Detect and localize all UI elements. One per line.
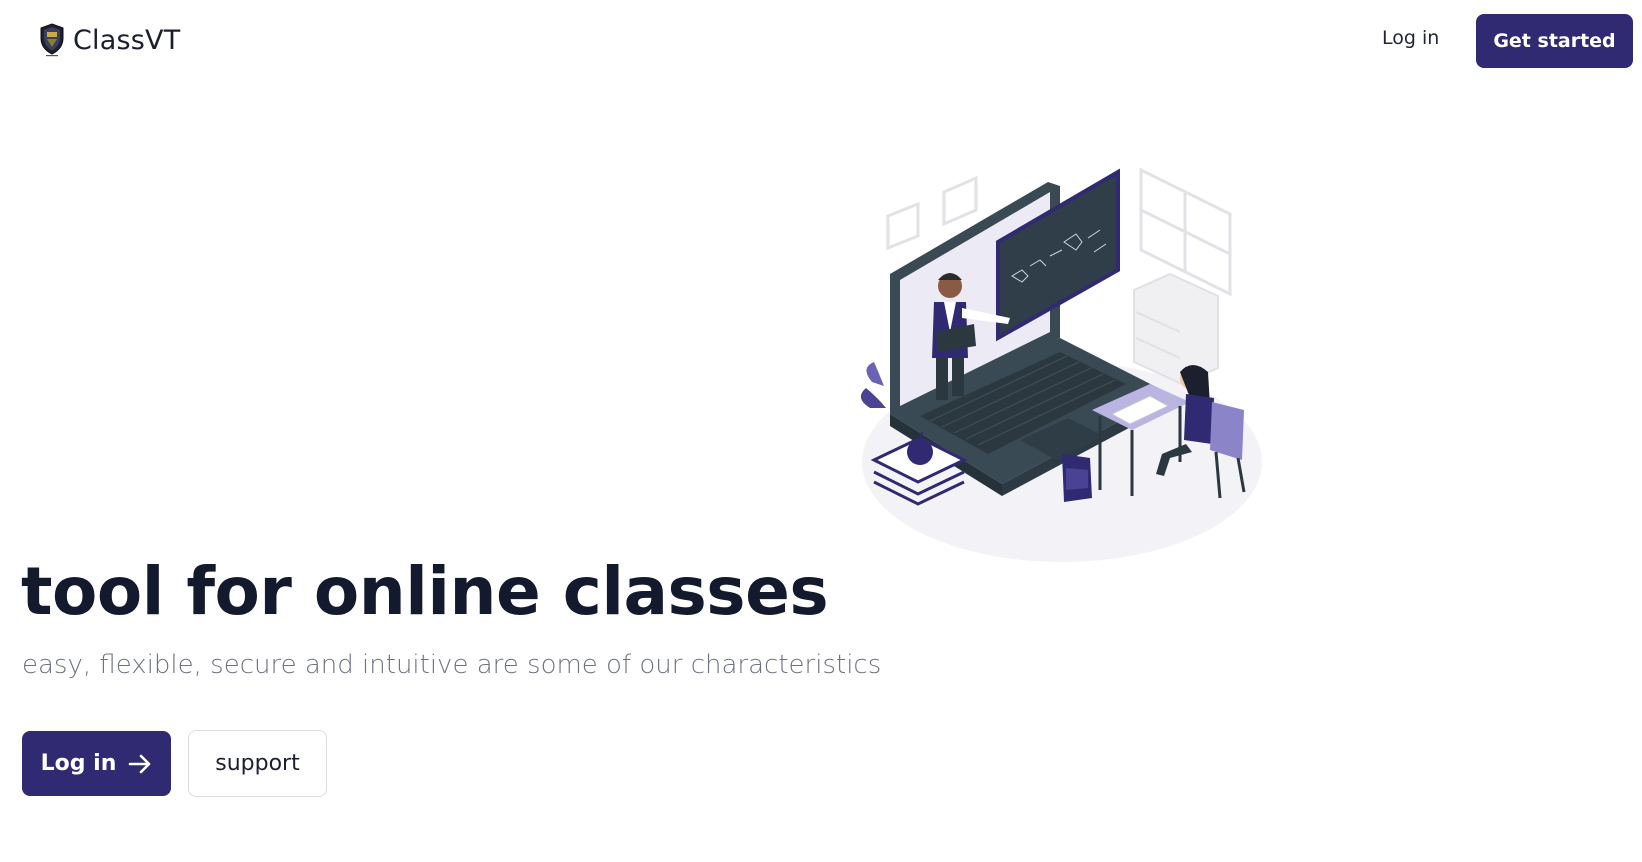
brand[interactable]: ClassVT <box>38 22 180 58</box>
nav-login-link[interactable]: Log in <box>1382 27 1439 49</box>
shield-logo-icon <box>40 23 64 57</box>
support-button[interactable]: support <box>188 730 327 797</box>
hero-title: tool for online classes <box>21 553 829 630</box>
online-class-illustration <box>860 167 1262 562</box>
arrow-right-icon <box>129 754 151 773</box>
hero-login-button[interactable]: Log in <box>22 731 171 796</box>
hero-login-label: Log in <box>40 751 117 776</box>
get-started-button[interactable]: Get started <box>1476 14 1633 68</box>
brand-name: ClassVT <box>73 24 181 56</box>
hero-subtitle: easy, flexible, secure and intuitive are… <box>22 650 882 680</box>
top-navigation: ClassVT Log in Get started <box>0 0 1642 82</box>
